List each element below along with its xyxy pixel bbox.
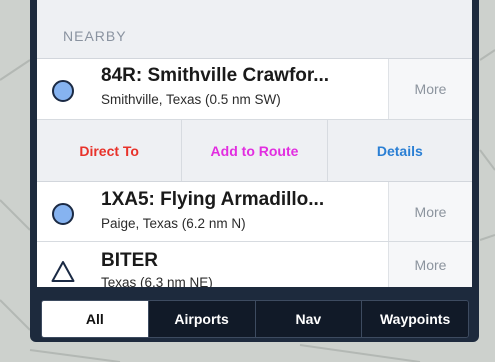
- result-subtitle: Smithville, Texas (0.5 nm SW): [101, 92, 281, 107]
- more-button[interactable]: More: [388, 182, 472, 241]
- more-button[interactable]: More: [388, 242, 472, 287]
- result-subtitle: Texas (6.3 nm NE): [101, 275, 213, 287]
- tab-all[interactable]: All: [42, 301, 148, 337]
- section-title: NEARBY: [63, 28, 127, 44]
- airport-circle-icon: [52, 203, 74, 225]
- result-row-84r[interactable]: 84R: Smithville Crawfor... Smithville, T…: [37, 59, 472, 120]
- result-title: 1XA5: Flying Armadillo...: [101, 189, 325, 210]
- nearby-section-header: NEARBY: [37, 0, 472, 59]
- result-title: 84R: Smithville Crawfor...: [101, 65, 330, 86]
- airport-circle-icon: [52, 80, 74, 102]
- tab-nav[interactable]: Nav: [254, 301, 362, 337]
- add-to-route-button[interactable]: Add to Route: [181, 120, 326, 181]
- waypoint-triangle-icon: [51, 261, 75, 282]
- result-title: BITER: [101, 250, 158, 271]
- nearby-panel: NEARBY 84R: Smithville Crawfor... Smithv…: [30, 0, 479, 342]
- filter-tabs: All Airports Nav Waypoints: [41, 300, 469, 338]
- tab-waypoints[interactable]: Waypoints: [361, 301, 468, 337]
- tab-airports[interactable]: Airports: [147, 301, 255, 337]
- result-actions: Direct To Add to Route Details: [37, 120, 472, 182]
- direct-to-button[interactable]: Direct To: [37, 120, 181, 181]
- details-button[interactable]: Details: [326, 120, 472, 181]
- result-row-1xa5[interactable]: 1XA5: Flying Armadillo... Paige, Texas (…: [37, 182, 472, 242]
- more-button[interactable]: More: [388, 59, 472, 119]
- result-subtitle: Paige, Texas (6.2 nm N): [101, 216, 246, 231]
- result-row-biter[interactable]: BITER Texas (6.3 nm NE) More: [37, 242, 472, 287]
